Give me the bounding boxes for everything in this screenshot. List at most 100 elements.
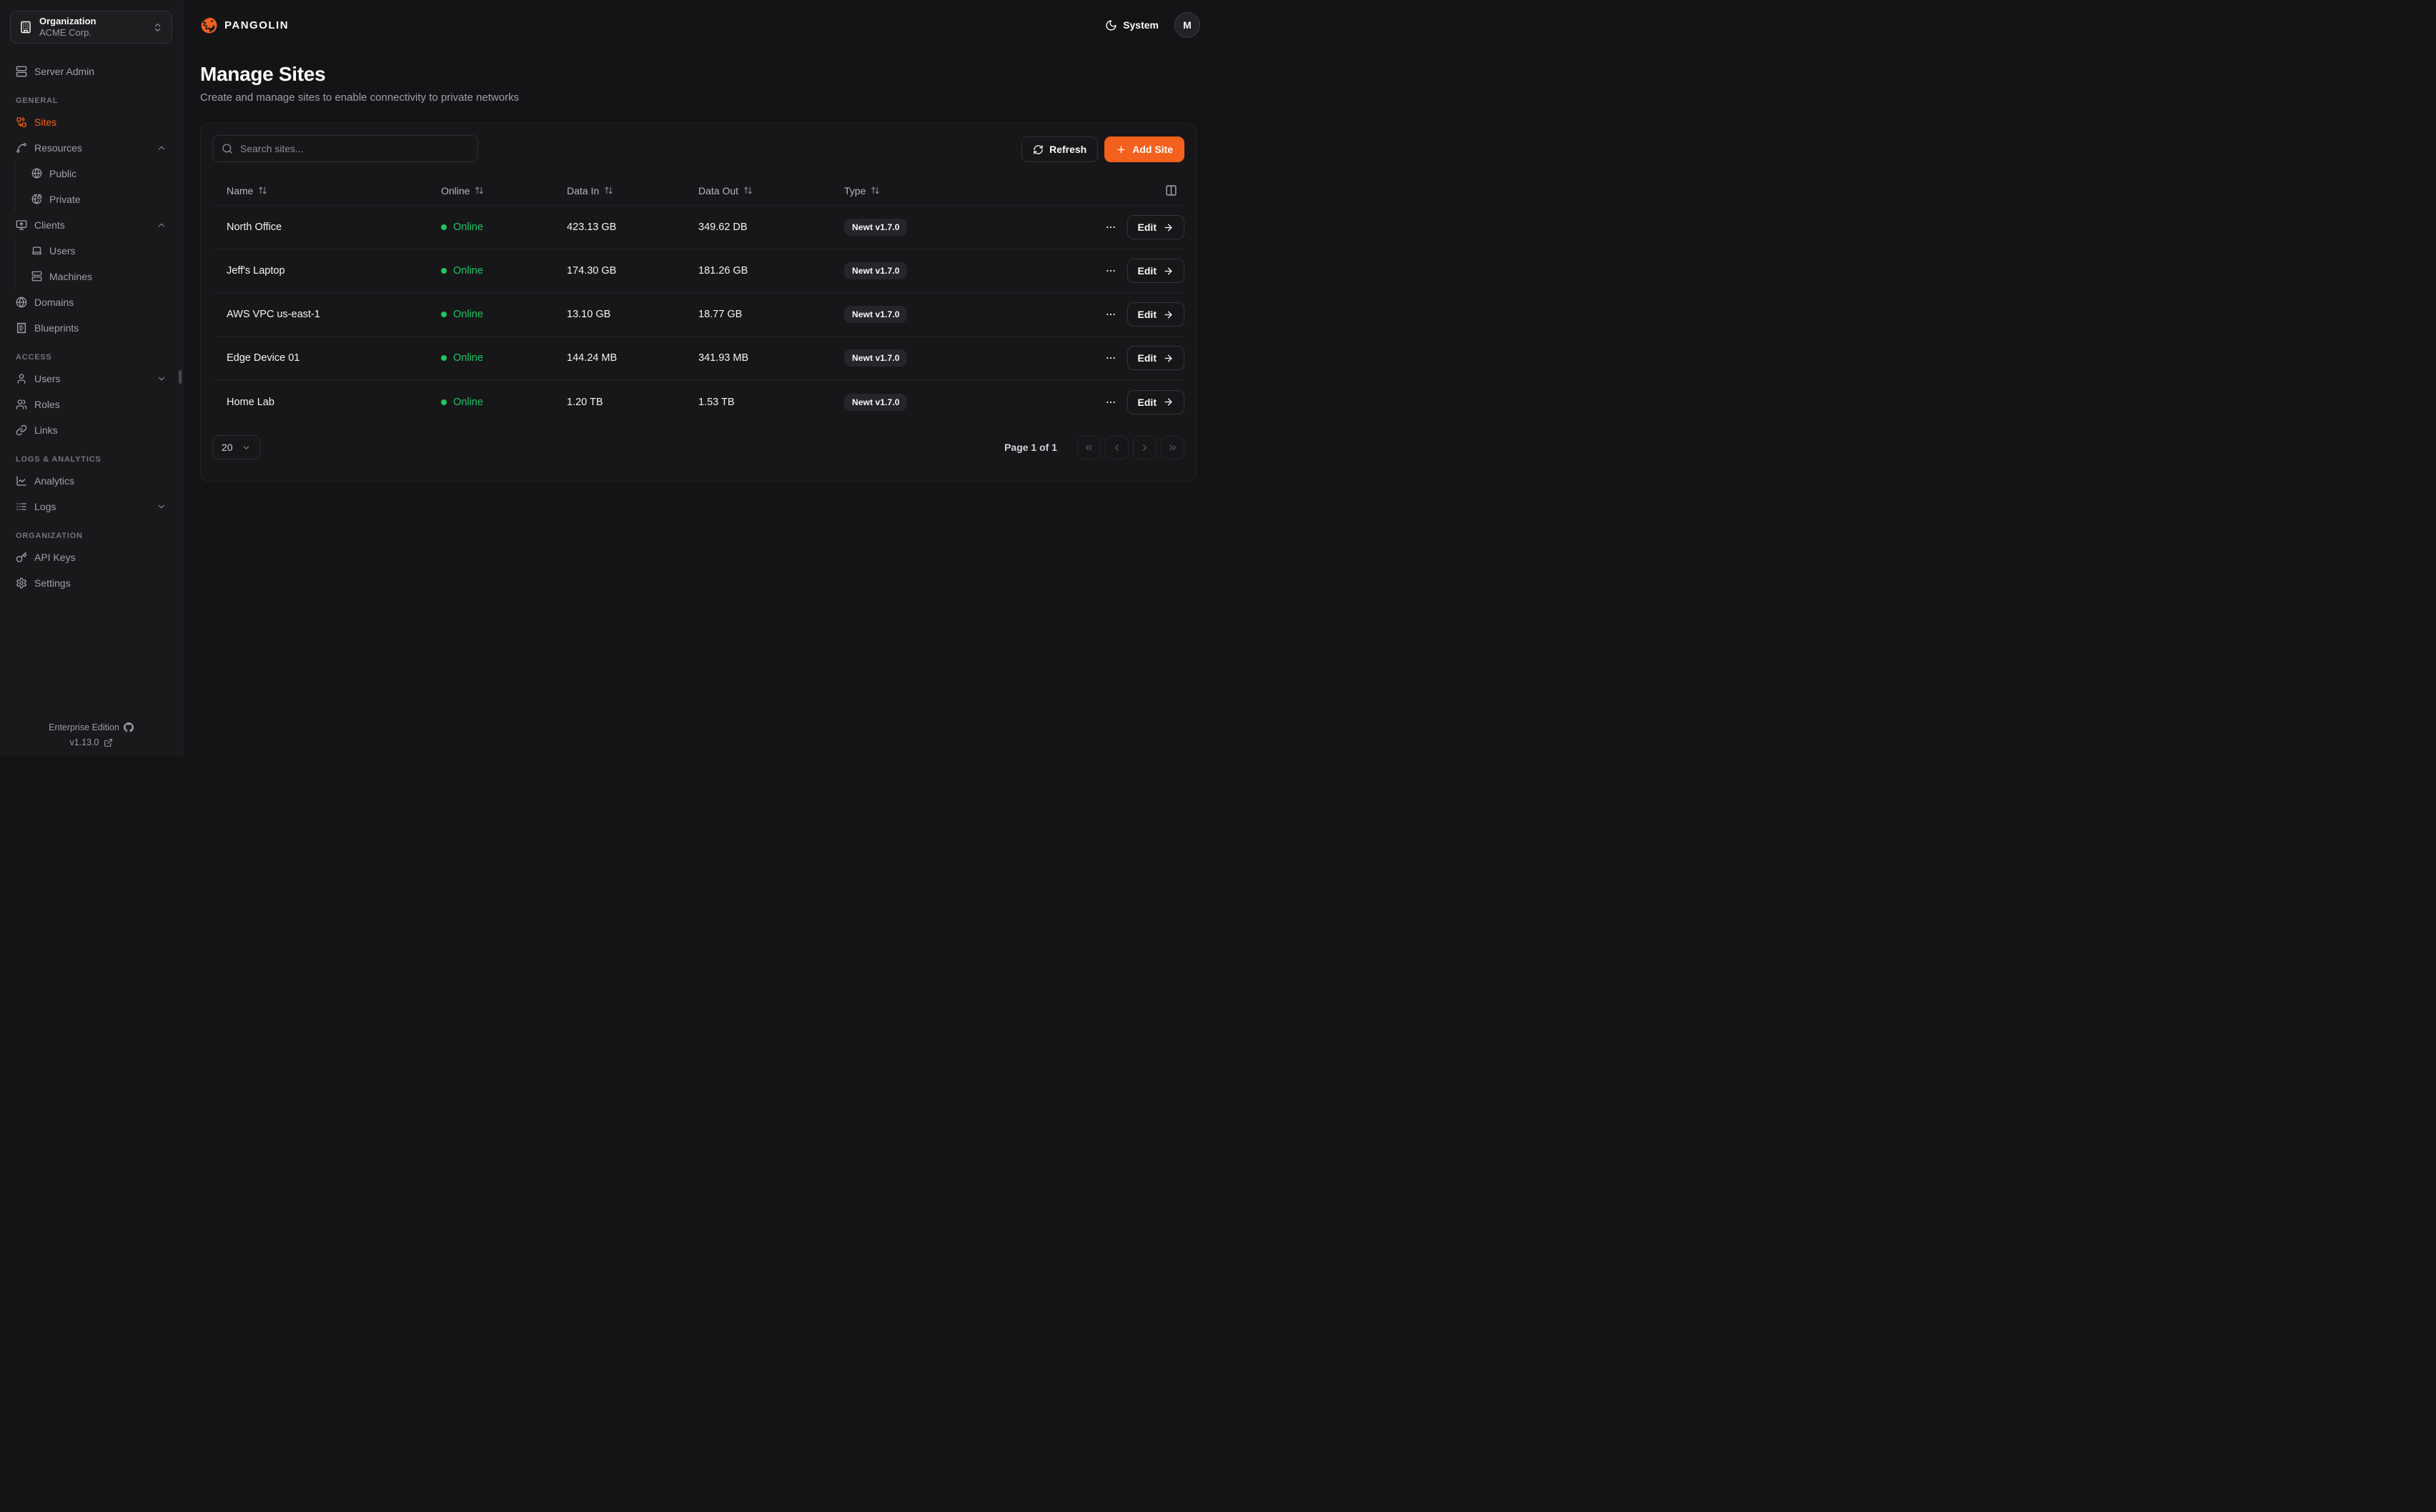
edit-button[interactable]: Edit bbox=[1127, 215, 1184, 239]
logs-icon bbox=[16, 501, 27, 512]
row-menu-button[interactable] bbox=[1104, 306, 1118, 323]
sidebar-item-label: Sites bbox=[34, 116, 56, 128]
table-row: Jeff's Laptop Online 174.30 GB 181.26 GB… bbox=[212, 249, 1184, 293]
sidebar-item-machines[interactable]: Machines bbox=[26, 264, 172, 288]
data-in-value: 423.13 GB bbox=[567, 222, 698, 233]
sidebar-scrollbar-thumb[interactable] bbox=[179, 370, 182, 384]
last-page-button[interactable] bbox=[1161, 436, 1184, 459]
sidebar-item-blueprints[interactable]: Blueprints bbox=[10, 316, 172, 339]
sidebar-item-label: Resources bbox=[34, 142, 82, 154]
search-box[interactable] bbox=[212, 135, 478, 162]
edit-button[interactable]: Edit bbox=[1127, 346, 1184, 370]
prev-page-button[interactable] bbox=[1105, 436, 1129, 459]
sidebar-item-users[interactable]: Users bbox=[10, 367, 172, 390]
sort-icon bbox=[258, 186, 267, 195]
avatar[interactable]: M bbox=[1174, 12, 1200, 38]
column-toggle-button[interactable] bbox=[1162, 181, 1180, 199]
sidebar: Organization ACME Corp. Server Admin GEN… bbox=[0, 0, 183, 756]
status-badge: Online bbox=[441, 352, 567, 364]
sort-name-header[interactable]: Name bbox=[227, 185, 267, 197]
building-icon bbox=[19, 21, 32, 34]
external-link-icon[interactable] bbox=[104, 738, 113, 747]
gear-icon bbox=[16, 577, 27, 589]
row-menu-button[interactable] bbox=[1104, 349, 1118, 367]
online-dot-icon bbox=[441, 399, 447, 405]
chevron-up-icon bbox=[157, 220, 167, 230]
next-page-button[interactable] bbox=[1133, 436, 1157, 459]
row-menu-button[interactable] bbox=[1104, 262, 1118, 279]
sidebar-item-label: Users bbox=[49, 245, 76, 257]
table-header-row: Name Online Data In Data Out Type bbox=[212, 176, 1184, 206]
arrow-right-icon bbox=[1163, 397, 1174, 407]
org-selector-value: ACME Corp. bbox=[39, 27, 145, 39]
sidebar-item-sites[interactable]: Sites bbox=[10, 110, 172, 134]
version-label[interactable]: v1.13.0 bbox=[69, 737, 99, 747]
edit-button[interactable]: Edit bbox=[1127, 302, 1184, 327]
page-size-value: 20 bbox=[222, 442, 233, 453]
chevrons-up-down-icon bbox=[152, 22, 163, 33]
users-icon bbox=[16, 399, 27, 410]
site-name: Home Lab bbox=[227, 397, 441, 408]
resources-subtree: Public Private bbox=[14, 161, 172, 213]
sidebar-item-analytics[interactable]: Analytics bbox=[10, 469, 172, 492]
sidebar-item-server-admin[interactable]: Server Admin bbox=[10, 59, 172, 83]
user-icon bbox=[16, 373, 27, 384]
sidebar-item-api-keys[interactable]: API Keys bbox=[10, 545, 172, 569]
sidebar-item-private[interactable]: Private bbox=[26, 187, 172, 211]
sidebar-item-public[interactable]: Public bbox=[26, 161, 172, 185]
sidebar-item-resources[interactable]: Resources bbox=[10, 136, 172, 159]
online-dot-icon bbox=[441, 355, 447, 361]
type-badge: Newt v1.7.0 bbox=[844, 306, 907, 323]
sidebar-item-clients[interactable]: Clients bbox=[10, 213, 172, 237]
first-page-button[interactable] bbox=[1077, 436, 1101, 459]
data-in-value: 13.10 GB bbox=[567, 309, 698, 320]
org-selector[interactable]: Organization ACME Corp. bbox=[10, 11, 172, 44]
server-icon bbox=[31, 271, 42, 282]
brand-logo[interactable]: PANGOLIN bbox=[200, 16, 289, 34]
arrow-right-icon bbox=[1163, 222, 1174, 233]
sort-data-in-header[interactable]: Data In bbox=[567, 185, 613, 197]
avatar-initial: M bbox=[1183, 19, 1192, 31]
edit-button[interactable]: Edit bbox=[1127, 390, 1184, 414]
chevron-down-icon bbox=[157, 502, 167, 512]
sort-online-header[interactable]: Online bbox=[441, 185, 484, 197]
sidebar-item-domains[interactable]: Domains bbox=[10, 290, 172, 314]
brand-name: PANGOLIN bbox=[224, 19, 289, 31]
online-dot-icon bbox=[441, 268, 447, 274]
sidebar-item-label: Logs bbox=[34, 501, 56, 512]
edit-button[interactable]: Edit bbox=[1127, 259, 1184, 283]
topbar: PANGOLIN System M bbox=[183, 0, 1218, 50]
page-size-select[interactable]: 20 bbox=[212, 435, 260, 459]
add-site-button[interactable]: Add Site bbox=[1104, 136, 1184, 162]
receipt-icon bbox=[16, 322, 27, 334]
pagination-bar: 20 Page 1 of 1 bbox=[212, 435, 1184, 481]
section-label-organization: ORGANIZATION bbox=[10, 532, 172, 540]
sidebar-item-client-users[interactable]: Users bbox=[26, 239, 172, 262]
sidebar-item-links[interactable]: Links bbox=[10, 418, 172, 442]
row-menu-button[interactable] bbox=[1104, 219, 1118, 236]
github-icon[interactable] bbox=[124, 722, 134, 732]
globe-lock-icon bbox=[31, 194, 42, 204]
refresh-button[interactable]: Refresh bbox=[1021, 136, 1098, 162]
data-in-value: 144.24 MB bbox=[567, 352, 698, 364]
arrow-right-icon bbox=[1163, 353, 1174, 364]
sidebar-item-settings[interactable]: Settings bbox=[10, 571, 172, 595]
online-dot-icon bbox=[441, 312, 447, 317]
row-menu-button[interactable] bbox=[1104, 394, 1118, 411]
sort-data-out-header[interactable]: Data Out bbox=[698, 185, 753, 197]
chart-line-icon bbox=[16, 475, 27, 487]
sidebar-item-label: Settings bbox=[34, 577, 71, 589]
data-out-value: 181.26 GB bbox=[698, 265, 844, 277]
moon-icon bbox=[1105, 19, 1117, 31]
search-input[interactable] bbox=[240, 143, 469, 154]
sidebar-item-logs[interactable]: Logs bbox=[10, 494, 172, 518]
type-badge: Newt v1.7.0 bbox=[844, 219, 907, 236]
sidebar-item-roles[interactable]: Roles bbox=[10, 392, 172, 416]
theme-toggle-button[interactable]: System bbox=[1105, 19, 1159, 31]
sort-type-header[interactable]: Type bbox=[844, 185, 880, 197]
data-out-value: 341.93 MB bbox=[698, 352, 844, 364]
site-name: AWS VPC us-east-1 bbox=[227, 309, 441, 320]
sidebar-item-label: Public bbox=[49, 168, 76, 179]
add-site-label: Add Site bbox=[1132, 144, 1173, 155]
status-badge: Online bbox=[441, 265, 567, 277]
